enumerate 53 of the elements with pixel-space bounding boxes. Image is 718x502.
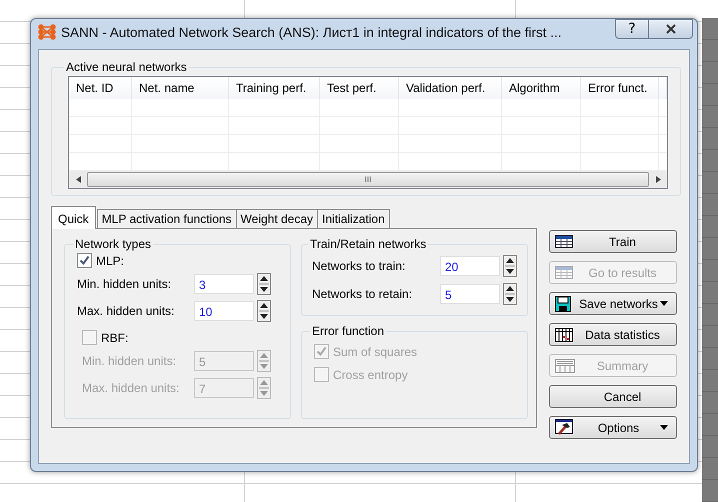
checkbox-label: Sum of squares	[333, 344, 418, 358]
grid-icon	[555, 235, 573, 248]
action-button[interactable]: Data statistics	[549, 323, 677, 346]
group-label: Train/Retain networks	[309, 237, 428, 251]
group-label: Active neural networks	[65, 60, 188, 74]
number-field[interactable]: 5	[440, 284, 500, 304]
horizontal-scrollbar[interactable]: III	[69, 171, 667, 188]
tab[interactable]: Quick	[51, 206, 96, 229]
column-header[interactable]: Algorithm	[502, 77, 581, 99]
spinner-control[interactable]	[503, 255, 517, 277]
table-icon	[555, 328, 573, 342]
table-icon	[555, 358, 575, 372]
network-icon	[38, 24, 56, 40]
column-header[interactable]: Training perf.	[229, 77, 320, 99]
action-button[interactable]: Train	[549, 230, 677, 253]
window-title: SANN - Automated Network Search (ANS): Лист1 in integral indicators of the first ...	[61, 24, 563, 40]
right-arrow-icon[interactable]	[656, 176, 660, 183]
field-label: Max. hidden units:	[82, 381, 180, 395]
tab[interactable]: MLP activation functions	[96, 209, 237, 228]
field-label: Networks to train:	[312, 259, 406, 273]
hammer-icon	[555, 419, 575, 436]
action-button[interactable]: Cancel	[549, 385, 677, 408]
checkbox-label: RBF:	[101, 330, 128, 344]
action-button[interactable]: Options	[549, 416, 677, 439]
checkbox[interactable]	[77, 253, 92, 268]
spinner-control[interactable]	[503, 283, 517, 305]
close-button[interactable]	[649, 19, 693, 39]
action-button[interactable]: Save networks	[549, 292, 677, 315]
column-header[interactable]: Net. name	[132, 77, 229, 99]
spinner-control[interactable]	[257, 273, 271, 295]
column-header[interactable]: Test perf.	[320, 77, 399, 99]
spinner-control[interactable]	[257, 300, 271, 322]
field-label: Min. hidden units:	[77, 277, 172, 291]
group-label: Error function	[311, 324, 386, 338]
group-label: Network types	[74, 237, 152, 251]
field-label: Max. hidden units:	[77, 304, 176, 318]
scroll-thumb[interactable]: III	[87, 172, 649, 187]
tab[interactable]: Weight decay	[236, 209, 318, 228]
number-field[interactable]: 20	[440, 256, 500, 276]
column-header[interactable]: Net. ID	[69, 77, 132, 99]
column-header[interactable]: Error funct.	[581, 77, 659, 99]
grid-icon	[555, 266, 573, 279]
column-header[interactable]: Validation perf.	[399, 77, 502, 99]
close-icon	[664, 24, 676, 34]
field-label: Min. hidden units:	[82, 354, 178, 368]
field-label: Networks to retain:	[312, 287, 414, 301]
help-button[interactable]: ?	[615, 19, 649, 39]
number-field[interactable]: 3	[194, 274, 254, 294]
checkbox-label: Cross entropy	[333, 368, 408, 382]
checkbox-label: MLP:	[96, 254, 124, 268]
left-arrow-icon[interactable]	[76, 176, 80, 183]
number-field[interactable]: 10	[194, 301, 254, 321]
tab[interactable]: Initialization	[317, 209, 390, 228]
